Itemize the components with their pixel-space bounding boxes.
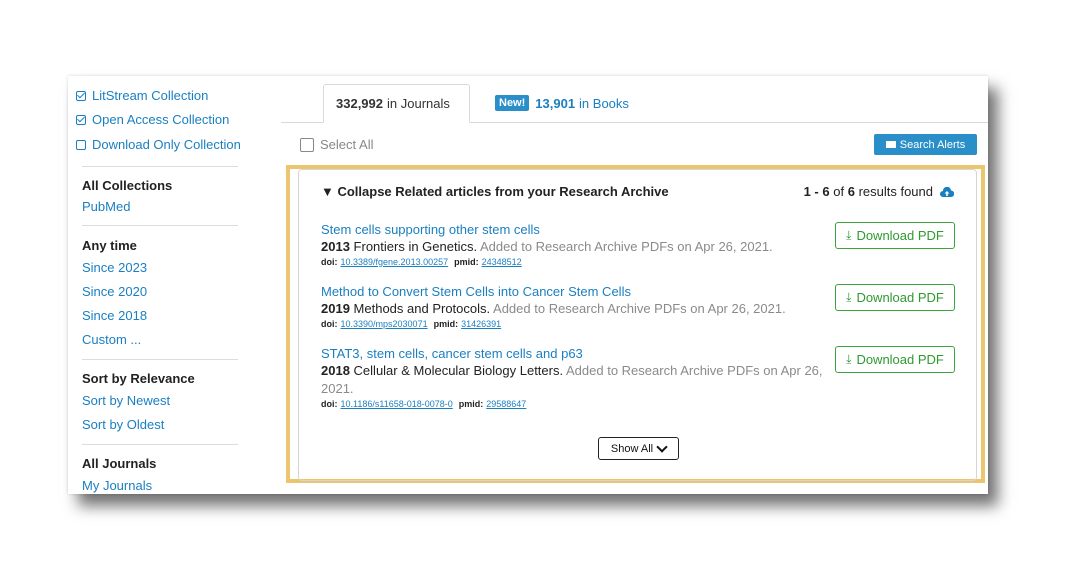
article-title-link[interactable]: Stem cells supporting other stem cells [321, 222, 826, 238]
checkbox-unchecked-icon [76, 139, 86, 150]
results-count: 1 - 6 of 6 results found [804, 184, 954, 199]
article-item: STAT3, stem cells, cancer stem cells and… [321, 346, 826, 411]
open-access-collection-checkbox[interactable]: Open Access Collection [76, 112, 229, 127]
article-title-link[interactable]: STAT3, stem cells, cancer stem cells and… [321, 346, 826, 362]
all-collections-heading: All Collections [82, 178, 173, 193]
divider [82, 444, 238, 445]
search-results-window: LitStream Collection Open Access Collect… [68, 76, 988, 494]
related-articles-panel: ▼ Collapse Related articles from your Re… [298, 169, 977, 481]
doi-link[interactable]: 10.3389/fgene.2013.00257 [341, 257, 449, 267]
all-journals-heading: All Journals [82, 456, 157, 471]
article-meta: 2018 Cellular & Molecular Biology Letter… [321, 363, 823, 396]
checkbox-checked-icon [76, 90, 86, 101]
article-item: Stem cells supporting other stem cells 2… [321, 222, 826, 269]
sort-relevance-heading: Sort by Relevance [82, 371, 195, 386]
article-ids: doi: 10.3389/fgene.2013.00257 pmid: 2434851… [321, 257, 522, 267]
checkbox-unchecked-icon [300, 137, 314, 152]
any-time-heading: Any time [82, 238, 137, 253]
article-meta: 2019 Methods and Protocols. Added to Res… [321, 301, 786, 316]
divider [82, 359, 238, 360]
article-ids: doi: 10.1186/s11658-018-0078-0 pmid: 295886… [321, 399, 527, 409]
result-tabs: 332,992 in Journals New! 13,901 in Books [281, 76, 988, 123]
download-pdf-button[interactable]: ⤓ Download PDF [835, 284, 955, 311]
since-2018-link[interactable]: Since 2018 [82, 308, 147, 323]
article-item: Method to Convert Stem Cells into Cancer… [321, 284, 826, 331]
divider [82, 225, 238, 226]
chevron-down-icon [656, 440, 668, 453]
envelope-icon [885, 141, 896, 148]
doi-link[interactable]: 10.3390/mps2030071 [341, 319, 428, 329]
download-only-collection-checkbox[interactable]: Download Only Collection [76, 137, 241, 152]
download-icon: ⤓ [846, 228, 852, 242]
pubmed-link[interactable]: PubMed [82, 199, 130, 214]
custom-range-link[interactable]: Custom ... [82, 332, 141, 347]
pmid-link[interactable]: 29588647 [486, 399, 526, 409]
sort-oldest-link[interactable]: Sort by Oldest [82, 417, 164, 432]
download-pdf-button[interactable]: ⤓ Download PDF [835, 222, 955, 249]
download-pdf-button[interactable]: ⤓ Download PDF [835, 346, 955, 373]
download-icon: ⤓ [846, 352, 852, 366]
collapse-related-toggle[interactable]: ▼ Collapse Related articles from your Re… [321, 184, 669, 199]
pmid-link[interactable]: 31426391 [461, 319, 501, 329]
search-alerts-button[interactable]: Search Alerts [874, 134, 977, 155]
since-2023-link[interactable]: Since 2023 [82, 260, 147, 275]
my-journals-link[interactable]: My Journals [82, 478, 152, 493]
litstream-collection-checkbox[interactable]: LitStream Collection [76, 88, 208, 103]
tab-books[interactable]: New! 13,901 in Books [483, 84, 641, 122]
filter-sidebar: LitStream Collection Open Access Collect… [68, 76, 248, 494]
pmid-link[interactable]: 24348512 [482, 257, 522, 267]
cloud-upload-icon[interactable] [940, 186, 954, 197]
download-icon: ⤓ [846, 290, 852, 304]
doi-link[interactable]: 10.1186/s11658-018-0078-0 [341, 399, 453, 409]
checkbox-checked-icon [76, 114, 86, 125]
article-title-link[interactable]: Method to Convert Stem Cells into Cancer… [321, 284, 826, 300]
divider [82, 166, 238, 167]
article-ids: doi: 10.3390/mps2030071 pmid: 31426391 [321, 319, 502, 329]
since-2020-link[interactable]: Since 2020 [82, 284, 147, 299]
new-badge: New! [495, 95, 530, 111]
tab-journals[interactable]: 332,992 in Journals [323, 84, 470, 123]
select-all-checkbox[interactable]: Select All [300, 137, 373, 152]
sort-newest-link[interactable]: Sort by Newest [82, 393, 170, 408]
article-meta: 2013 Frontiers in Genetics. Added to Res… [321, 239, 773, 254]
show-all-button[interactable]: Show All [598, 437, 679, 460]
